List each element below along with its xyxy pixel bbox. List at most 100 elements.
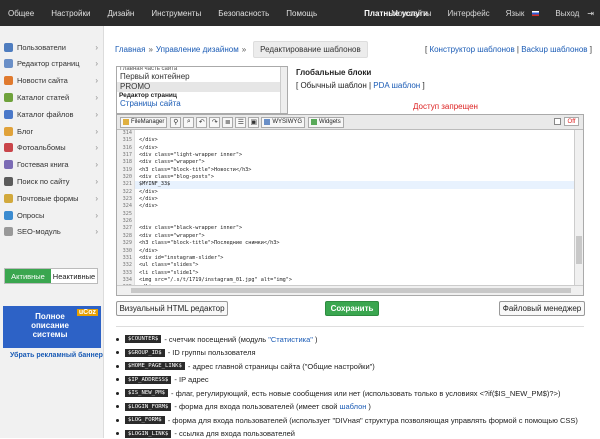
chevron-right-icon: › [95, 193, 98, 203]
fullscreen-icon[interactable]: ▣ [248, 116, 260, 128]
breadcrumb-current: Редактирование шаблонов [253, 40, 368, 58]
template-list-scrollbar[interactable] [280, 67, 287, 113]
format-icon[interactable]: ☰ [235, 116, 247, 128]
sidebar-item-blog[interactable]: Блог › [0, 123, 104, 139]
code-line: 334 <img src="/.s/t/1719/instagram_01.jpg… [117, 276, 574, 285]
variable-tag: $IS_NEW_PM$ [125, 389, 169, 397]
off-toggle[interactable]: Off [564, 117, 579, 126]
code-line: 332 <ul class="slides"> [117, 262, 574, 270]
sidebar-item-articles[interactable]: Каталог статей › [0, 89, 104, 105]
save-button[interactable]: Сохранить [325, 301, 379, 316]
pda-template-link[interactable]: PDA шаблон [373, 81, 420, 90]
variable-description: - ID группы пользователя [167, 348, 256, 357]
redo-icon[interactable]: ↷ [209, 116, 221, 128]
line-number: 329 [117, 240, 135, 248]
search-icon[interactable]: ⌕ [183, 116, 195, 128]
code-text: <div class="wrapper"> [139, 232, 205, 239]
line-number: 319 [117, 166, 135, 175]
editor-vertical-scrollbar[interactable] [574, 130, 583, 285]
breadcrumb-design[interactable]: Управление дизайном [156, 45, 239, 54]
editor-horizontal-scrollbar[interactable] [117, 285, 583, 295]
banner-text: Полное описание системы [31, 312, 69, 339]
active-modules-tab[interactable]: Активные [5, 269, 51, 283]
nav-tools[interactable]: Инструменты [151, 9, 201, 18]
my-sites-link[interactable]: Мои сайты [383, 9, 431, 18]
global-blocks: Глобальные блоки [ Обычный шаблон | PDA … [296, 68, 425, 90]
code-editor: FileManager ⚲ ⌕ ↶ ↷ ≣ ☰ ▣ WYSIWYG Widget… [116, 114, 584, 296]
variable-tag: $HOME_PAGE_LINK$ [125, 362, 185, 370]
remove-banner-link[interactable]: Убрать рекламный баннер [10, 352, 103, 359]
sidebar: Активные Неактивные Полное описание сист… [0, 26, 104, 438]
variable-tag: $LOGIN_LINK$ [125, 429, 172, 438]
template-list[interactable]: Главная часть сайта Первый контейнер PRO… [116, 66, 288, 114]
ucoz-logo: uCoz [76, 309, 98, 316]
file-manager-button[interactable]: Файловый менеджер [499, 301, 585, 316]
code-line: 329 <h3 class="block-title">Последние сни… [117, 240, 574, 248]
line-number: 323 [117, 196, 135, 204]
sidebar-item-label: Гостевая книга [17, 160, 69, 170]
wysiwyg-label: WYSIWYG [272, 119, 303, 125]
nav-security[interactable]: Безопасность [218, 9, 269, 18]
ad-banner[interactable]: Полное описание системы uCoz [3, 306, 101, 348]
search-icon [4, 176, 13, 186]
binoculars-icon[interactable]: ⚲ [170, 116, 182, 128]
sidebar-item-mailforms[interactable]: Почтовые формы › [0, 190, 104, 206]
highlight-checkbox[interactable] [554, 118, 561, 125]
scrollbar-thumb[interactable] [576, 236, 582, 264]
editor-toolbar: FileManager ⚲ ⌕ ↶ ↷ ≣ ☰ ▣ WYSIWYG Widget… [117, 115, 583, 130]
line-number: 316 [117, 144, 135, 153]
sidebar-item-guestbook[interactable]: Гостевая книга › [0, 157, 104, 173]
code-line: 319 <h3 class="block-title">Новости</h3> [117, 166, 574, 175]
nav-settings[interactable]: Настройки [51, 9, 90, 18]
bullet [116, 364, 119, 368]
nav-help[interactable]: Помощь [286, 9, 317, 18]
code-area[interactable]: 314 315 </div> 316 </div> 317 <div class="ligh… [117, 130, 574, 285]
nav-general[interactable]: Общее [8, 9, 34, 18]
breadcrumb-home[interactable]: Главная [115, 45, 145, 54]
filemanager-button[interactable]: FileManager [120, 116, 168, 128]
inactive-modules-tab[interactable]: Неактивные [51, 269, 97, 283]
sidebar-item-news[interactable]: Новости сайта › [0, 73, 104, 89]
code-text: <div class="blog-posts"> [139, 174, 214, 181]
variable-description-end: ) [314, 334, 318, 344]
line-numbers-icon[interactable]: ≣ [222, 116, 234, 128]
interface-link[interactable]: Интерфейс [440, 9, 490, 18]
variable-tag: $IP_ADDRESS$ [125, 375, 172, 384]
template-list-item[interactable]: Страницы сайта [117, 99, 287, 109]
template-list-item[interactable]: Первый контейнер [117, 72, 287, 82]
undo-icon[interactable]: ↶ [196, 116, 208, 128]
top-links: [ Конструктор шаблонов | Backup шаблонов… [424, 45, 592, 54]
widgets-button[interactable]: Widgets [308, 116, 344, 128]
breadcrumb-separator: » [241, 44, 247, 54]
line-number: 318 [117, 159, 135, 167]
sidebar-item-page-editor[interactable]: Редактор страниц › [0, 56, 104, 72]
logout-link[interactable]: Выход ⇥ [547, 9, 594, 18]
code-text: <ul class="slides"> [139, 262, 199, 269]
line-number: 321 [117, 181, 135, 189]
scrollbar-thumb[interactable] [131, 288, 571, 293]
variable-description: - IP адрес [174, 375, 209, 384]
sidebar-item-users[interactable]: Пользователи › [0, 39, 104, 55]
nav-design[interactable]: Дизайн [107, 9, 134, 18]
variable-link[interactable]: шаблон [339, 402, 366, 411]
wysiwyg-button[interactable]: WYSIWYG [261, 116, 306, 128]
sidebar-item-seo[interactable]: SEO-модуль › [0, 224, 104, 240]
backup-link[interactable]: Backup шаблонов [521, 45, 587, 54]
variable-description: - форма для входа пользователей (имеет с… [174, 402, 338, 411]
visual-editor-button[interactable]: Визуальный HTML редактор [116, 301, 228, 316]
code-line: 330 </div> [117, 247, 574, 255]
sidebar-item-search[interactable]: Поиск по сайту › [0, 173, 104, 189]
photos-icon [4, 143, 13, 153]
language-link[interactable]: Язык [498, 9, 540, 18]
sidebar-item-files[interactable]: Каталог файлов › [0, 106, 104, 122]
template-list-item-selected[interactable]: PROMO [117, 82, 287, 92]
sidebar-item-label: Поиск по сайту [17, 176, 70, 186]
variable-description-end: ) [368, 402, 371, 411]
sidebar-item-polls[interactable]: Опросы › [0, 207, 104, 223]
code-text: </div> [139, 203, 158, 210]
variable-link[interactable]: "Статистика" [268, 335, 313, 344]
sidebar-item-photos[interactable]: Фотоальбомы › [0, 140, 104, 156]
constructor-link[interactable]: Конструктор шаблонов [429, 45, 514, 54]
sidebar-item-label: Редактор страниц [17, 59, 80, 69]
exit-icon: ⇥ [587, 8, 594, 18]
